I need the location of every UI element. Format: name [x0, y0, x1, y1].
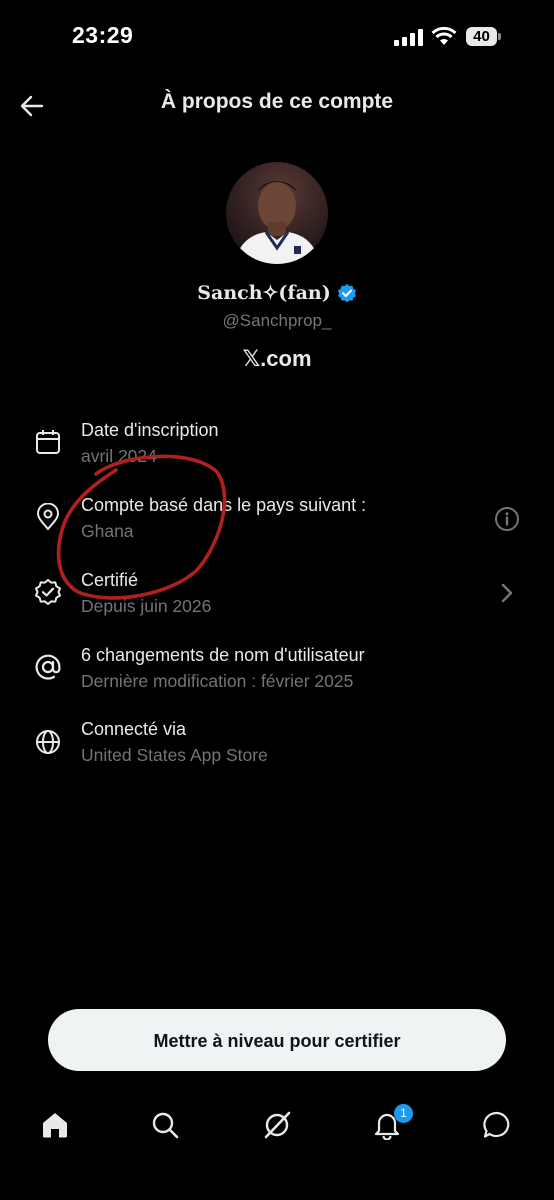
search-icon[interactable] [150, 1110, 180, 1140]
verified-check-icon [337, 284, 356, 303]
red-annotation-circle [56, 454, 227, 600]
username-changes-title: 6 changements de nom d'utilisateur [81, 645, 365, 665]
grok-icon[interactable] [262, 1110, 292, 1140]
connected-via-title: Connecté via [81, 719, 187, 739]
upgrade-to-verify-button[interactable]: Mettre à niveau pour certifier [48, 1009, 506, 1071]
info-icon[interactable] [494, 506, 520, 532]
profile-site-label: 𝕏.com [242, 346, 312, 371]
signal-icon [394, 29, 423, 46]
messages-icon[interactable] [482, 1110, 512, 1140]
profile-name-row: Sanch✧(fan) [0, 282, 554, 304]
wifi-icon [431, 26, 457, 45]
page-title: À propos de ce compte [160, 90, 394, 113]
profile-handle: @Sanchprop_ [222, 311, 332, 330]
battery-nub [498, 33, 501, 40]
username-last-change: Dernière modification : février 2025 [81, 671, 354, 691]
at-sign-icon [35, 654, 61, 680]
globe-icon [36, 730, 60, 754]
home-icon[interactable] [40, 1110, 70, 1140]
avatar [226, 162, 328, 264]
chevron-right-icon[interactable] [498, 581, 516, 605]
notifications-badge: 1 [394, 1104, 413, 1123]
join-date-title: Date d'inscription [81, 420, 219, 440]
status-time: 23:29 [72, 22, 134, 48]
battery-indicator: 40 [466, 27, 497, 46]
display-name: Sanch✧(fan) [197, 282, 331, 304]
connected-via-value: United States App Store [81, 745, 268, 765]
